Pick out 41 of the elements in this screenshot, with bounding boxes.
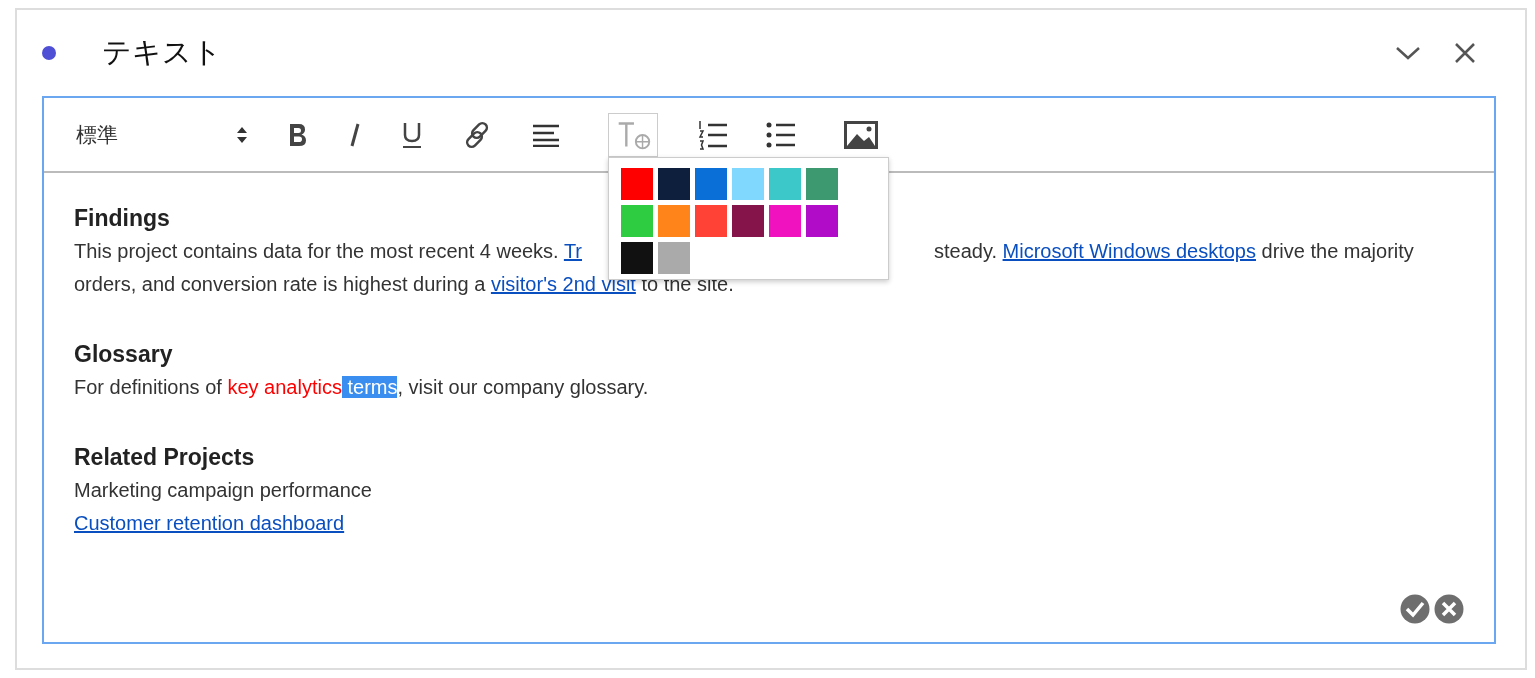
editor-box[interactable] — [42, 96, 1496, 644]
color-swatch[interactable] — [658, 204, 690, 237]
style-select[interactable]: 標準 — [76, 120, 248, 149]
section-heading: Glossary — [74, 340, 173, 369]
section-heading: Related Projects — [74, 443, 255, 472]
color-swatch[interactable] — [621, 167, 653, 200]
body-text: This project contains data for the most recent 4 weeks. — [74, 240, 560, 262]
close-icon[interactable] — [1454, 42, 1476, 64]
color-swatch[interactable] — [695, 204, 727, 237]
section-heading: Findings — [74, 204, 170, 233]
body-text: Marketing campaign performance — [74, 479, 372, 501]
color-swatch[interactable] — [658, 241, 690, 274]
color-swatch[interactable] — [769, 204, 801, 237]
color-swatch[interactable] — [621, 241, 653, 274]
image-icon[interactable] — [844, 120, 878, 149]
color-swatch[interactable] — [695, 167, 727, 200]
body-text: For definitions of — [74, 376, 223, 398]
color-swatch[interactable] — [732, 204, 764, 237]
body-text: steady. — [934, 240, 998, 262]
confirm-icon[interactable] — [1400, 594, 1430, 624]
color-swatch[interactable] — [621, 204, 653, 237]
text-link[interactable]: Customer retention dashboard — [74, 512, 345, 534]
cancel-icon[interactable] — [1434, 594, 1464, 624]
color-swatch[interactable] — [658, 167, 690, 200]
color-swatch[interactable] — [806, 167, 838, 200]
numbered-list-icon[interactable] — [696, 118, 728, 151]
status-dot — [42, 46, 56, 60]
text-link[interactable]: Microsoft Windows desktops — [1002, 240, 1256, 262]
align-icon[interactable] — [532, 122, 560, 147]
text-color-button[interactable] — [608, 112, 658, 157]
chevron-down-icon[interactable] — [1395, 45, 1421, 61]
body-text: drive the majority — [1260, 240, 1414, 262]
color-swatch[interactable] — [732, 167, 764, 200]
body-text: orders, and conversion rate is highest during a — [74, 273, 487, 295]
color-swatch[interactable] — [769, 167, 801, 200]
text-link[interactable]: Tr — [563, 240, 582, 262]
body-text: , visit our company glossary. — [397, 376, 649, 398]
color-swatch[interactable] — [806, 204, 838, 237]
colored-text: key analytics — [227, 376, 342, 398]
selected-text: terms — [341, 376, 398, 398]
panel-title: テキスト — [102, 34, 223, 71]
